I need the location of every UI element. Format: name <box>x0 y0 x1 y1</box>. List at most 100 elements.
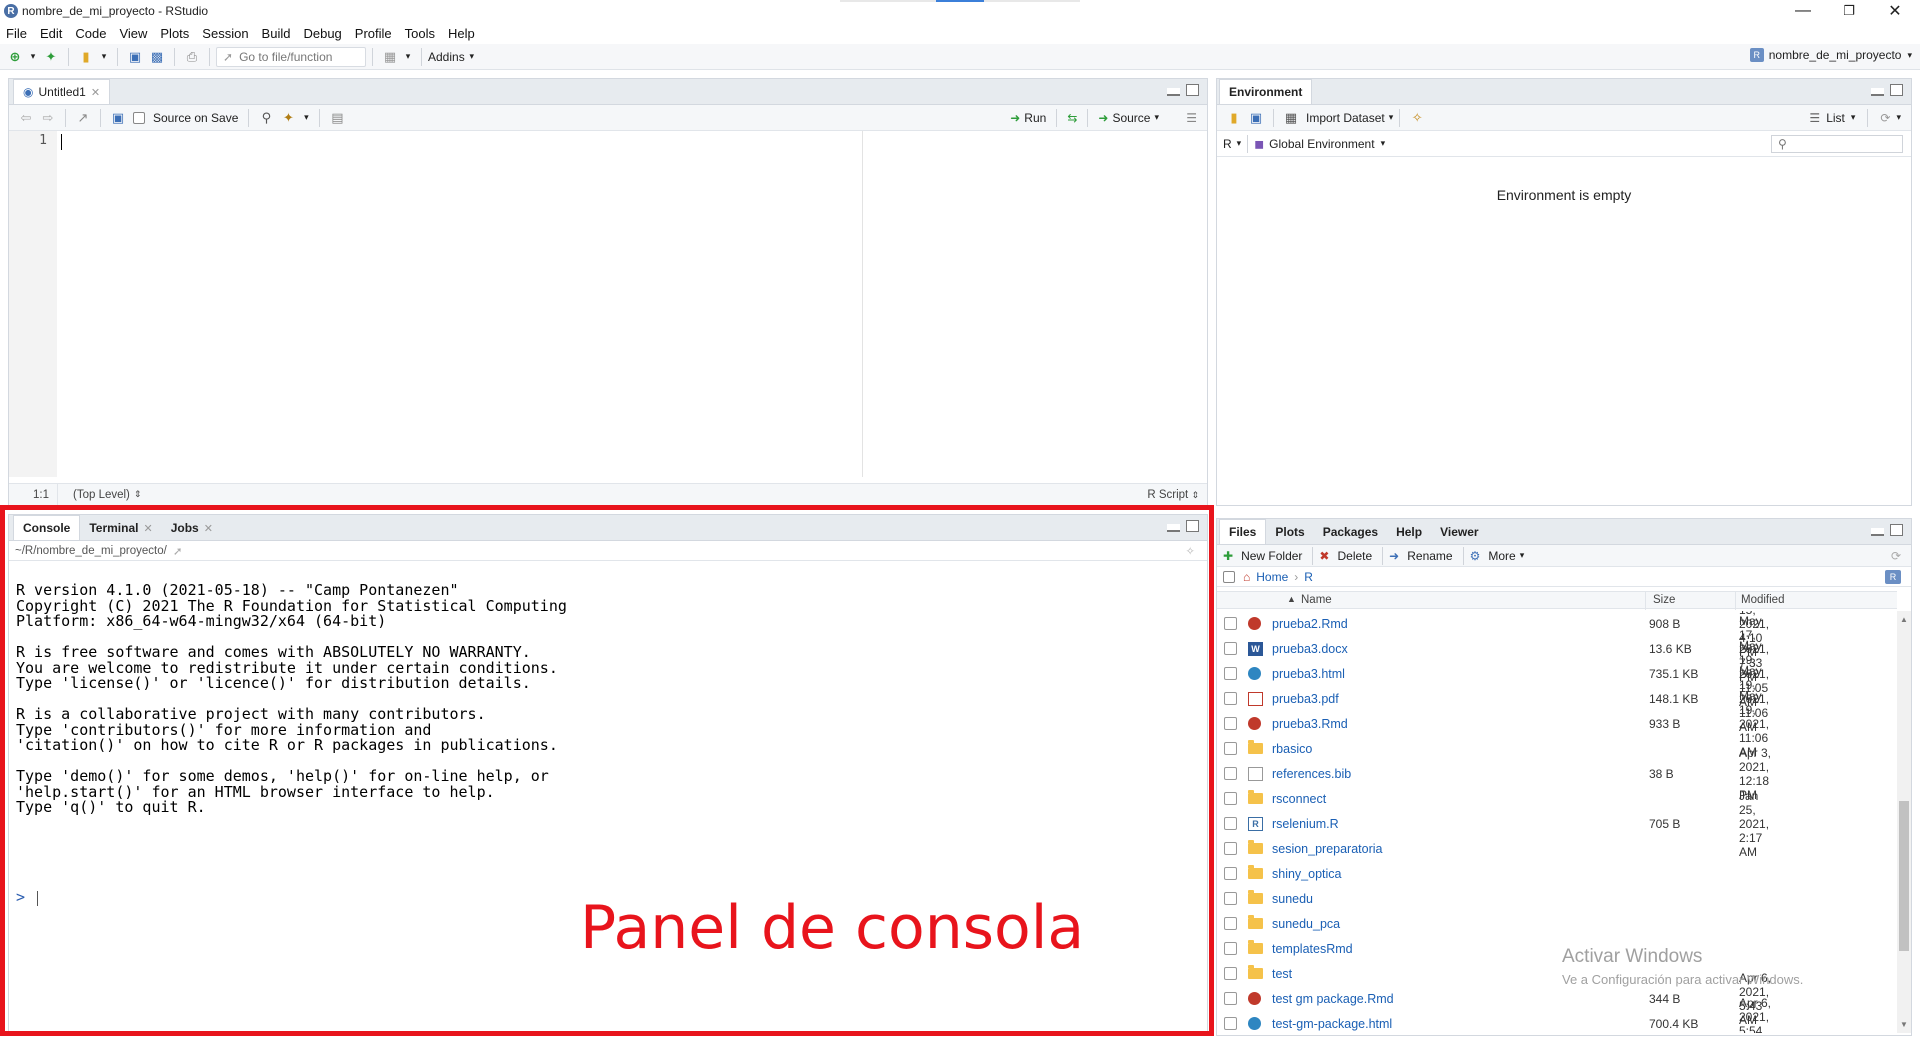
load-workspace-icon[interactable]: ▮ <box>1225 109 1243 127</box>
list-view-dropdown-icon[interactable]: ▾ <box>1851 112 1856 123</box>
print-icon[interactable]: ⎙ <box>183 48 201 66</box>
new-project-icon[interactable]: ✦ <box>42 48 60 66</box>
go-to-file-input[interactable]: ➚ Go to file/function <box>216 46 366 67</box>
open-file-dropdown-icon[interactable]: ▾ <box>99 48 109 66</box>
import-dataset-dropdown-icon[interactable]: ▾ <box>1389 112 1394 123</box>
new-folder-button[interactable]: New Folder <box>1241 549 1302 563</box>
global-environment-dropdown-icon[interactable]: ▾ <box>1381 138 1386 149</box>
column-name-header[interactable]: Name <box>1301 594 1332 606</box>
refresh-environment-icon[interactable]: ⟳ <box>1880 111 1890 125</box>
tab-files[interactable]: Files <box>1219 519 1267 544</box>
file-row[interactable]: R rselenium.R 705 B Jan 25, 2021, 2:17 A… <box>1217 789 1771 859</box>
file-row-checkbox[interactable] <box>1224 617 1237 630</box>
clear-console-broom-icon[interactable]: ✧ <box>1185 544 1195 558</box>
file-row[interactable]: sunedu <box>1217 886 1771 911</box>
minimize-pane-icon[interactable] <box>1167 524 1180 532</box>
tab-packages[interactable]: Packages <box>1314 520 1387 544</box>
file-row[interactable]: prueba3.Rmd 933 B May 19, 2021, 11:06 AM <box>1217 689 1771 759</box>
file-row-checkbox[interactable] <box>1224 667 1237 680</box>
file-row[interactable]: test gm package.Rmd 344 B Apr 6, 2021, 5… <box>1217 971 1771 1027</box>
minimize-pane-icon[interactable] <box>1871 88 1884 96</box>
file-name-link[interactable]: rbasico <box>1272 742 1312 756</box>
minimize-window-icon[interactable]: — <box>1780 0 1826 22</box>
menu-help[interactable]: Help <box>448 26 475 41</box>
tab-jobs[interactable]: Jobs ✕ <box>162 516 222 540</box>
source-dropdown-icon[interactable]: ▾ <box>1154 112 1159 123</box>
menu-file[interactable]: File <box>6 26 27 41</box>
scroll-up-icon[interactable]: ▲ <box>1900 615 1908 624</box>
menu-session[interactable]: Session <box>202 26 248 41</box>
file-row-checkbox[interactable] <box>1224 942 1237 955</box>
scrollbar-thumb[interactable] <box>1899 801 1909 951</box>
minimize-pane-icon[interactable] <box>1167 88 1180 96</box>
file-row-checkbox[interactable] <box>1224 742 1237 755</box>
file-row-checkbox[interactable] <box>1224 867 1237 880</box>
file-row-checkbox[interactable] <box>1224 767 1237 780</box>
refresh-dropdown-icon[interactable]: ▾ <box>1896 112 1901 123</box>
language-dropdown-icon[interactable]: ▾ <box>1237 138 1242 149</box>
forward-icon[interactable]: ⇨ <box>39 109 57 127</box>
file-row[interactable]: references.bib 38 B Apr 3, 2021, 12:18 P… <box>1217 746 1771 802</box>
grid-layout-icon[interactable]: ▦ <box>381 48 399 66</box>
scroll-down-icon[interactable]: ▼ <box>1900 1020 1908 1029</box>
close-tab-icon[interactable]: ✕ <box>91 86 100 99</box>
column-size-header[interactable]: Size <box>1653 594 1675 606</box>
file-row-checkbox[interactable] <box>1224 967 1237 980</box>
file-row-checkbox[interactable] <box>1224 842 1237 855</box>
file-name-link[interactable]: templatesRmd <box>1272 942 1353 956</box>
go-to-directory-icon[interactable]: ➚ <box>173 544 183 558</box>
breadcrumb-home[interactable]: Home <box>1256 570 1288 584</box>
breadcrumb-r[interactable]: R <box>1304 570 1313 584</box>
tab-terminal[interactable]: Terminal ✕ <box>80 516 161 540</box>
file-row[interactable]: test-gm-package.html 700.4 KB Apr 6, 202… <box>1217 996 1771 1033</box>
new-file-dropdown-icon[interactable]: ▾ <box>28 48 38 66</box>
save-workspace-icon[interactable]: ▣ <box>1247 109 1265 127</box>
new-file-icon[interactable]: ⊕ <box>6 48 24 66</box>
tab-console[interactable]: Console <box>13 515 81 540</box>
file-name-link[interactable]: rselenium.R <box>1272 817 1339 831</box>
menu-debug[interactable]: Debug <box>303 26 341 41</box>
file-row-checkbox[interactable] <box>1224 992 1237 1005</box>
maximize-pane-icon[interactable] <box>1186 84 1199 96</box>
addins-button[interactable]: Addins <box>428 50 465 64</box>
file-name-link[interactable]: sunedu <box>1272 892 1313 906</box>
file-row-checkbox[interactable] <box>1224 717 1237 730</box>
rerun-icon[interactable]: ⇆ <box>1067 111 1077 125</box>
tab-untitled1[interactable]: ◉ Untitled1 ✕ <box>13 79 111 104</box>
layout-dropdown-icon[interactable]: ▾ <box>403 48 413 66</box>
tab-help[interactable]: Help <box>1387 520 1431 544</box>
file-name-link[interactable]: prueba3.Rmd <box>1272 717 1348 731</box>
file-row-checkbox[interactable] <box>1224 792 1237 805</box>
show-in-window-icon[interactable]: ↗ <box>74 109 92 127</box>
file-name-link[interactable]: prueba3.html <box>1272 667 1345 681</box>
file-row[interactable]: W prueba3.docx 13.6 KB May 17, 2021, 7:3… <box>1217 614 1771 684</box>
file-row-checkbox[interactable] <box>1224 1017 1237 1030</box>
source-on-save-checkbox[interactable] <box>133 111 145 124</box>
menu-tools[interactable]: Tools <box>405 26 435 41</box>
file-row-checkbox[interactable] <box>1224 917 1237 930</box>
save-icon[interactable]: ▣ <box>126 48 144 66</box>
file-name-link[interactable]: sunedu_pca <box>1272 917 1340 931</box>
menu-plots[interactable]: Plots <box>160 26 189 41</box>
file-row[interactable]: prueba3.html 735.1 KB May 19, 2021, 11:0… <box>1217 639 1771 709</box>
minimize-pane-icon[interactable] <box>1871 528 1884 536</box>
find-icon[interactable]: ⚲ <box>257 109 275 127</box>
list-view-button[interactable]: List <box>1826 111 1845 125</box>
environment-search-input[interactable]: ⚲ <box>1771 134 1903 153</box>
file-row[interactable]: sunedu_pca <box>1217 911 1771 936</box>
close-window-icon[interactable]: ✕ <box>1872 0 1918 22</box>
save-file-icon[interactable]: ▣ <box>109 109 127 127</box>
restore-window-icon[interactable]: ❐ <box>1826 0 1872 22</box>
back-icon[interactable]: ⇦ <box>17 109 35 127</box>
open-file-icon[interactable]: ▮ <box>77 48 95 66</box>
menu-profile[interactable]: Profile <box>355 26 392 41</box>
save-all-icon[interactable]: ▩ <box>148 48 166 66</box>
file-type-selector[interactable]: R Script ⇕ <box>1147 489 1199 501</box>
maximize-pane-icon[interactable] <box>1890 524 1903 536</box>
tab-environment[interactable]: Environment <box>1219 79 1313 104</box>
file-name-link[interactable]: prueba3.docx <box>1272 642 1348 656</box>
global-environment-selector[interactable]: Global Environment <box>1269 137 1374 151</box>
project-menu[interactable]: R nombre_de_mi_proyecto ▾ <box>1749 48 1912 62</box>
files-scrollbar[interactable]: ▲ ▼ <box>1897 611 1911 1033</box>
compile-report-icon[interactable]: ▤ <box>328 109 346 127</box>
